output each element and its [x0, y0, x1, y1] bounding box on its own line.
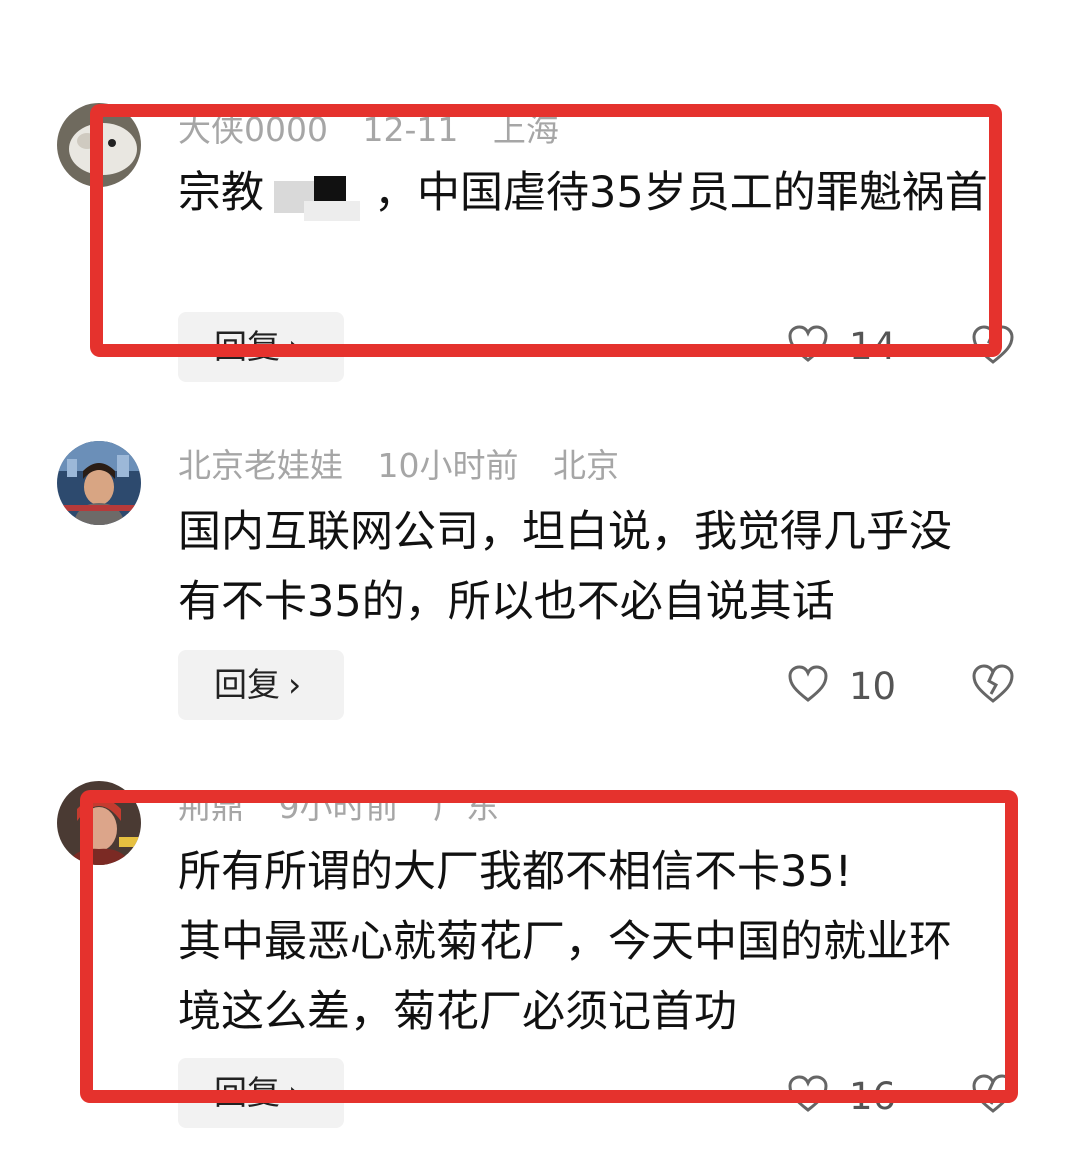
- reply-label: 回复: [214, 327, 280, 366]
- redacted-block: [264, 171, 374, 221]
- comment-meta: 荊鼎 9小时前 广东: [178, 790, 523, 823]
- username[interactable]: 大侠0000: [178, 110, 328, 149]
- reply-button[interactable]: 回复 ›: [178, 650, 344, 720]
- avatar[interactable]: [57, 441, 141, 525]
- timestamp: 9小时前: [278, 787, 399, 826]
- avatar[interactable]: [57, 103, 141, 187]
- comment-meta: 北京老娃娃 10小时前 北京: [178, 449, 643, 482]
- like-count: 10: [849, 664, 897, 708]
- comment-text: 所有所谓的大厂我都不相信不卡35! 其中最恶心就菊花厂，今天中国的就业环境这么差…: [178, 847, 952, 1037]
- username[interactable]: 荊鼎: [178, 787, 244, 826]
- comment-text: 国内互联网公司，坦白说，我觉得几乎没有不卡35的，所以也不必自说其话: [178, 507, 952, 627]
- username[interactable]: 北京老娃娃: [178, 446, 343, 485]
- comment-text-part: 宗教: [178, 168, 264, 218]
- comment-meta: 大侠0000 12-11 上海: [178, 113, 583, 146]
- comment-text-part: ，中国虐待35岁员工的罪魁祸首: [374, 168, 988, 218]
- reply-button[interactable]: 回复 ›: [178, 1058, 344, 1128]
- timestamp: 12-11: [362, 110, 459, 149]
- chevron-right-icon: ›: [288, 665, 302, 704]
- like-count: 16: [849, 1074, 897, 1118]
- comment-text: 宗教 ，中国虐待35岁员工的罪魁祸首: [178, 158, 993, 228]
- like-button[interactable]: 10: [787, 664, 896, 708]
- location: 上海: [492, 110, 559, 149]
- heart-outline-icon: [787, 664, 829, 708]
- location: 北京: [553, 446, 619, 485]
- heart-outline-icon: [787, 1074, 829, 1118]
- like-count: 14: [849, 324, 897, 368]
- like-button[interactable]: 14: [787, 324, 896, 368]
- broken-heart-icon[interactable]: [970, 324, 1016, 370]
- heart-outline-icon: [787, 324, 829, 368]
- reply-label: 回复: [214, 665, 280, 704]
- avatar[interactable]: [57, 781, 141, 865]
- like-button[interactable]: 16: [787, 1074, 896, 1118]
- reply-label: 回复: [214, 1073, 280, 1112]
- location: 广东: [433, 787, 499, 826]
- broken-heart-icon[interactable]: [970, 1073, 1016, 1119]
- broken-heart-icon[interactable]: [970, 663, 1016, 709]
- timestamp: 10小时前: [377, 446, 519, 485]
- reply-button[interactable]: 回复 ›: [178, 312, 344, 382]
- chevron-right-icon: ›: [288, 327, 302, 366]
- chevron-right-icon: ›: [288, 1073, 302, 1112]
